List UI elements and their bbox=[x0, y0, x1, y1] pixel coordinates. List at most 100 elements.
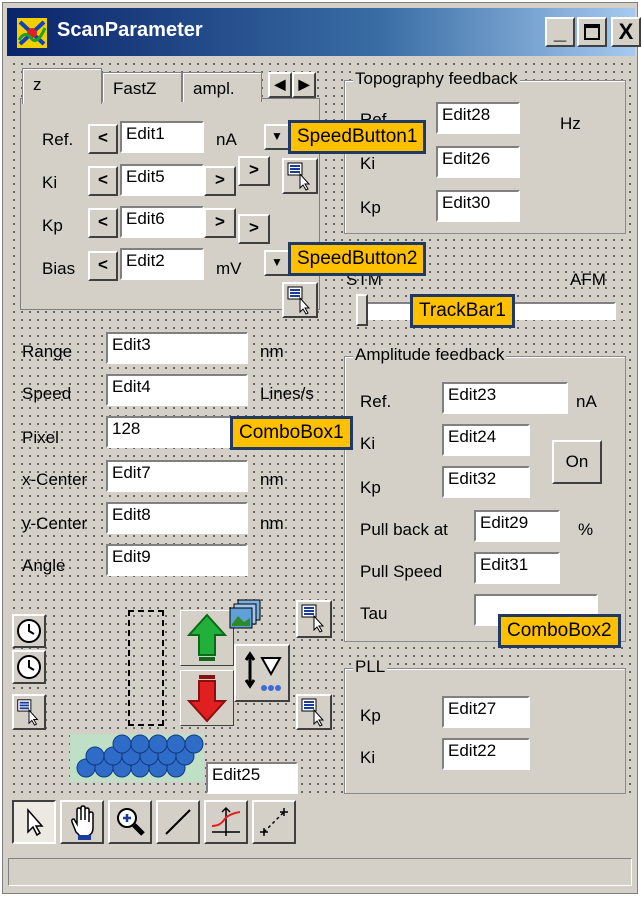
ki-field[interactable]: Edit5 bbox=[120, 164, 204, 196]
timer-button-1[interactable] bbox=[12, 614, 46, 648]
apply-center-button[interactable] bbox=[296, 600, 332, 638]
hand-icon bbox=[71, 805, 94, 840]
amplitude-feedback-title: Amplitude feedback bbox=[353, 345, 507, 365]
speed-field[interactable]: Edit4 bbox=[106, 374, 248, 406]
y-center-unit: nm bbox=[260, 514, 284, 533]
tau-label: Tau bbox=[360, 604, 388, 623]
speedbutton2-dropdown[interactable]: ▼ bbox=[264, 250, 290, 276]
kp-decrease-button[interactable]: < bbox=[88, 208, 118, 238]
tab-fastz-label: FastZ bbox=[113, 79, 157, 98]
move-up-button[interactable] bbox=[180, 610, 234, 666]
callout-combobox2: ComboBox2 bbox=[498, 614, 621, 648]
timer-button-2[interactable] bbox=[12, 650, 46, 684]
minimize-button[interactable]: _ bbox=[545, 17, 575, 47]
ki-step-button[interactable]: > bbox=[238, 156, 270, 186]
topography-feedback-title: Topography feedback bbox=[353, 69, 520, 89]
pull-back-field[interactable]: Edit29 bbox=[474, 510, 560, 542]
apply-bias-button[interactable] bbox=[282, 282, 318, 318]
kp-step-button[interactable]: > bbox=[238, 214, 270, 244]
amp-kp-label: Kp bbox=[360, 478, 381, 497]
tab-ampl-label: ampl. bbox=[193, 79, 235, 98]
pull-speed-field[interactable]: Edit31 bbox=[474, 552, 560, 584]
close-button[interactable]: X bbox=[611, 17, 641, 47]
document-cursor-icon bbox=[301, 698, 325, 727]
pixel-label: Pixel bbox=[22, 428, 59, 447]
arrow-up-icon bbox=[186, 613, 228, 661]
apply-lower-button[interactable] bbox=[296, 694, 332, 730]
edit25-field[interactable]: Edit25 bbox=[206, 762, 298, 794]
bias-unit: mV bbox=[216, 259, 242, 278]
topo-kp-field[interactable]: Edit30 bbox=[436, 190, 520, 222]
ref-label: Ref. bbox=[42, 130, 74, 149]
pixel-combobox[interactable]: 128 bbox=[106, 416, 248, 448]
tool-select-button[interactable] bbox=[12, 800, 56, 844]
bias-decrease-button[interactable]: < bbox=[88, 251, 118, 281]
trackbar-thumb[interactable] bbox=[356, 294, 368, 326]
topo-unit: Hz bbox=[560, 114, 581, 133]
move-down-button[interactable] bbox=[180, 670, 234, 726]
window-title: ScanParameter bbox=[57, 19, 203, 41]
pll-kp-field[interactable]: Edit27 bbox=[442, 696, 530, 728]
amp-ref-label: Ref. bbox=[360, 392, 392, 411]
tip-approach-icon bbox=[244, 651, 282, 691]
callout-speedbutton2: SpeedButton2 bbox=[288, 242, 427, 276]
topo-ref-field[interactable]: Edit28 bbox=[436, 102, 520, 134]
bias-label: Bias bbox=[42, 259, 76, 278]
ref-decrease-button[interactable]: < bbox=[88, 124, 118, 154]
title-bar[interactable]: ScanParameter _ X bbox=[7, 8, 641, 56]
amp-on-button[interactable]: On bbox=[552, 440, 602, 484]
tool-measure-button[interactable] bbox=[252, 800, 296, 844]
topo-ki-field[interactable]: Edit26 bbox=[436, 146, 520, 178]
line-icon bbox=[165, 809, 191, 835]
x-center-label: x-Center bbox=[22, 470, 88, 489]
kp-field[interactable]: Edit6 bbox=[120, 206, 204, 238]
ref-field[interactable]: Edit1 bbox=[120, 121, 204, 153]
tab-ampl[interactable]: ampl. bbox=[182, 72, 262, 102]
y-center-field[interactable]: Edit8 bbox=[106, 502, 248, 534]
callout-trackbar1: TrackBar1 bbox=[410, 294, 515, 328]
maximize-button[interactable] bbox=[577, 17, 607, 47]
kp-label: Kp bbox=[42, 216, 63, 235]
pll-group: PLL bbox=[344, 657, 626, 794]
tool-line-button[interactable] bbox=[156, 800, 200, 844]
tab-scroll-right-button[interactable]: ▶ bbox=[292, 72, 316, 98]
ki-increase-button[interactable]: > bbox=[204, 166, 236, 196]
document-cursor-icon bbox=[301, 604, 325, 633]
pll-kp-label: Kp bbox=[360, 706, 381, 725]
speedbutton1-dropdown[interactable]: ▼ bbox=[264, 124, 290, 150]
y-center-label: y-Center bbox=[22, 514, 88, 533]
tool-zoom-button[interactable] bbox=[108, 800, 152, 844]
approach-button[interactable] bbox=[234, 644, 290, 702]
amp-ref-field[interactable]: Edit23 bbox=[442, 382, 568, 414]
ki-decrease-button[interactable]: < bbox=[88, 166, 118, 196]
speed-unit: Lines/s bbox=[260, 384, 314, 403]
amp-kp-field[interactable]: Edit32 bbox=[442, 466, 530, 498]
zoom-icon bbox=[117, 808, 145, 836]
tab-z[interactable]: z bbox=[22, 68, 102, 104]
apply-z-button[interactable] bbox=[282, 158, 318, 194]
topo-kp-label: Kp bbox=[360, 198, 381, 217]
pll-ki-field[interactable]: Edit22 bbox=[442, 738, 530, 770]
app-logo-icon bbox=[17, 18, 47, 48]
tab-scroll-left-button[interactable]: ◀ bbox=[268, 72, 292, 98]
pull-back-label: Pull back at bbox=[360, 520, 448, 539]
apply-left-button[interactable] bbox=[12, 694, 46, 730]
x-center-field[interactable]: Edit7 bbox=[106, 460, 248, 492]
x-center-unit: nm bbox=[260, 470, 284, 489]
amp-ki-field[interactable]: Edit24 bbox=[442, 424, 530, 456]
angle-label: Angle bbox=[22, 556, 66, 575]
bias-field[interactable]: Edit2 bbox=[120, 248, 204, 280]
scan-frame-outline bbox=[128, 610, 164, 726]
afm-label: AFM bbox=[570, 270, 606, 289]
callout-combobox1: ComboBox1 bbox=[230, 416, 353, 450]
client-area: z FastZ ampl. ◀ ▶ Ref. < Edit1 nA ▼ Ki <… bbox=[8, 58, 632, 794]
tab-fastz[interactable]: FastZ bbox=[102, 72, 182, 102]
kp-increase-button[interactable]: > bbox=[204, 208, 236, 238]
maximize-icon bbox=[584, 24, 600, 40]
angle-field[interactable]: Edit9 bbox=[106, 544, 248, 576]
speed-label: Speed bbox=[22, 384, 72, 403]
tool-profile-button[interactable] bbox=[204, 800, 248, 844]
tool-pan-button[interactable] bbox=[60, 800, 104, 844]
range-field[interactable]: Edit3 bbox=[106, 332, 248, 364]
clock-icon bbox=[17, 619, 41, 643]
